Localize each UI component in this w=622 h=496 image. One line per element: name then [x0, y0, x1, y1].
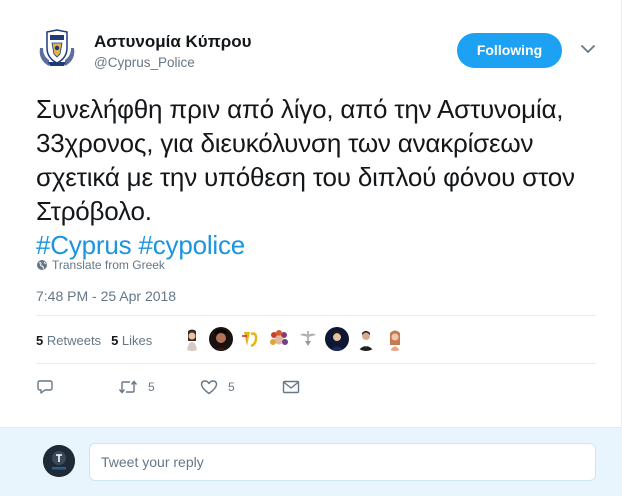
likes-label: Likes — [121, 333, 153, 348]
reply-composer — [0, 427, 622, 496]
direct-message-action[interactable] — [282, 380, 300, 394]
tweet-card: Αστυνομία Κύπρου @Cyprus_Police Followin… — [0, 0, 622, 426]
reply-input[interactable] — [89, 443, 596, 481]
retweets-stat[interactable]: 5 Retweets — [36, 333, 101, 348]
liker-avatar[interactable] — [238, 327, 262, 351]
tweet-actions: 5 5 — [36, 376, 300, 398]
chevron-down-icon[interactable] — [580, 43, 596, 55]
tweet-text: Συνελήφθη πριν από λίγο, από την Αστυνομ… — [36, 92, 596, 262]
liker-avatar[interactable] — [354, 327, 378, 351]
user-avatar[interactable] — [43, 445, 75, 477]
reply-action[interactable] — [36, 378, 118, 396]
liker-avatars — [180, 327, 407, 351]
hashtag-cyprus[interactable]: #Cyprus — [36, 230, 132, 260]
tweet-body: Συνελήφθη πριν από λίγο, από την Αστυνομ… — [36, 94, 575, 226]
translate-link[interactable]: Translate from Greek — [36, 258, 165, 272]
liker-avatar[interactable] — [325, 327, 349, 351]
reply-icon — [37, 380, 53, 394]
retweets-label: Retweets — [46, 333, 102, 348]
liker-avatar[interactable] — [267, 327, 291, 351]
liker-avatar[interactable] — [209, 327, 233, 351]
like-action[interactable]: 5 — [200, 379, 282, 395]
divider — [36, 363, 596, 364]
envelope-icon — [282, 380, 300, 394]
retweet-action[interactable]: 5 — [118, 379, 200, 395]
liker-avatar[interactable] — [383, 327, 407, 351]
divider — [36, 315, 596, 316]
hashtag-cypolice[interactable]: #cypolice — [138, 230, 245, 260]
account-name[interactable]: Αστυνομία Κύπρου — [94, 32, 252, 52]
heart-icon — [200, 380, 218, 395]
retweet-icon — [118, 380, 138, 394]
tweet-timestamp[interactable]: 7:48 PM - 25 Apr 2018 — [36, 288, 176, 304]
liker-avatar[interactable] — [296, 327, 320, 351]
translate-label: Translate from Greek — [52, 258, 165, 272]
like-count: 5 — [228, 380, 235, 394]
cyprus-police-crest-avatar[interactable] — [34, 25, 80, 71]
retweets-count: 5 — [36, 333, 44, 348]
likes-count: 5 — [111, 333, 119, 348]
account-handle[interactable]: @Cyprus_Police — [94, 55, 195, 70]
globe-icon — [37, 260, 47, 270]
liker-avatar[interactable] — [180, 327, 204, 351]
following-button[interactable]: Following — [457, 33, 562, 68]
tweet-stats: 5 Retweets 5 Likes — [36, 333, 152, 348]
likes-stat[interactable]: 5 Likes — [111, 333, 152, 348]
retweet-count: 5 — [148, 380, 155, 394]
